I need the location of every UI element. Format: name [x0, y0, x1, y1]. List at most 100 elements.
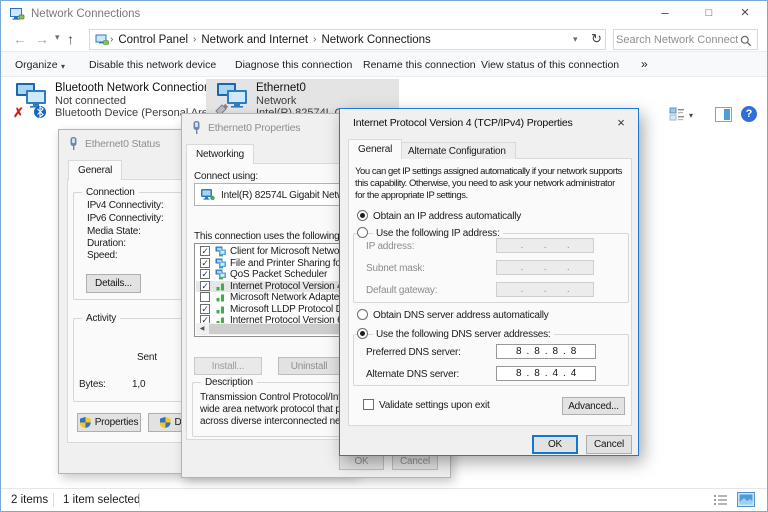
use-dns-label: Use the following DNS server addresses: — [373, 329, 554, 340]
use-ip-radio[interactable] — [357, 227, 368, 238]
tab-alternate-configuration[interactable]: Alternate Configuration — [398, 142, 516, 159]
nav-history-chevron-icon[interactable]: ▾ — [55, 29, 60, 45]
scroll-left-icon[interactable]: ◀ — [196, 323, 208, 335]
minimize-button[interactable]: – — [643, 1, 687, 27]
app-icon — [9, 6, 25, 27]
checkbox[interactable] — [200, 269, 210, 279]
connect-using-label: Connect using: — [194, 171, 258, 182]
validate-settings-checkbox[interactable] — [363, 399, 374, 410]
diagnose-connection-command[interactable]: Diagnose this connection — [235, 59, 352, 71]
dialog-title-bar[interactable]: Internet Protocol Version 4 (TCP/IPv4) P… — [340, 109, 638, 137]
properties-dialog-icon — [190, 120, 203, 138]
item-count: 2 items — [11, 494, 48, 506]
view-status-command[interactable]: View status of this connection — [481, 59, 619, 71]
rename-connection-command[interactable]: Rename this connection — [363, 59, 476, 71]
preferred-dns-label: Preferred DNS server: — [366, 347, 461, 358]
search-input[interactable] — [616, 32, 738, 49]
subnet-mask-field: . . . — [496, 260, 594, 275]
selection-count: 1 item selected — [63, 494, 140, 506]
bytes-value: 1,0 — [132, 379, 145, 390]
toolbar-overflow-icon[interactable]: » — [641, 57, 648, 71]
list-item-bluetooth[interactable]: ✗ Bluetooth Network Connection Not conne… — [7, 79, 201, 121]
svg-text:✗: ✗ — [13, 105, 24, 119]
up-icon[interactable]: ↑ — [67, 31, 74, 47]
back-icon: ← — [13, 31, 27, 47]
close-button[interactable]: × — [723, 1, 767, 27]
close-icon[interactable]: × — [612, 116, 630, 130]
use-dns-radio[interactable] — [357, 328, 368, 339]
details-button[interactable]: Details... — [86, 274, 141, 293]
dialog-title: Ethernet0 Properties — [208, 122, 300, 134]
location-icon — [95, 33, 109, 47]
view-chevron-icon[interactable]: ▾ — [689, 111, 693, 120]
obtain-dns-radio[interactable] — [357, 309, 368, 320]
properties-button[interactable]: Properties — [77, 413, 141, 432]
obtain-ip-label: Obtain an IP address automatically — [373, 211, 521, 222]
alternate-dns-field[interactable]: 8 . 8 . 4 . 4 — [496, 366, 596, 381]
intro-line: You can get IP settings assigned automat… — [355, 166, 622, 177]
tab-general[interactable]: General — [68, 160, 122, 180]
intro-line: for the appropriate IP settings. — [355, 190, 468, 201]
advanced-button[interactable]: Advanced... — [562, 397, 625, 415]
dialog-title: Internet Protocol Version 4 (TCP/IPv4) P… — [353, 117, 573, 129]
change-view-icon[interactable] — [669, 107, 685, 127]
default-gateway-label: Default gateway: — [366, 285, 437, 296]
ip-address-label: IP address: — [366, 241, 414, 252]
tab-networking[interactable]: Networking — [186, 144, 254, 164]
refresh-icon[interactable]: ↻ — [591, 31, 602, 47]
cancel-button[interactable]: Cancel — [586, 435, 632, 454]
duration-label: Duration: — [87, 238, 126, 249]
properties-button-label: Properties — [95, 417, 139, 428]
ip-address-field: . . . — [496, 238, 594, 253]
preferred-dns-field[interactable]: 8 . 8 . 8 . 8 — [496, 344, 596, 359]
disable-device-command[interactable]: Disable this network device — [89, 59, 216, 71]
obtain-ip-radio[interactable] — [357, 210, 368, 221]
help-icon[interactable]: ? — [741, 106, 757, 122]
details-view-icon[interactable] — [713, 493, 728, 510]
protocol-icon — [215, 292, 227, 303]
media-state-label: Media State: — [87, 226, 141, 237]
breadcrumb-network-connections[interactable]: Network Connections — [317, 34, 434, 46]
checkbox[interactable] — [200, 258, 210, 268]
address-dropdown-icon[interactable]: ▾ — [573, 34, 578, 45]
checkbox[interactable] — [200, 281, 210, 291]
bytes-label: Bytes: — [79, 379, 106, 390]
ipv6-connectivity-label: IPv6 Connectivity: — [87, 213, 163, 224]
connection-status: Network — [256, 95, 296, 107]
checkbox[interactable] — [200, 246, 210, 256]
breadcrumb: › Control Panel › Network and Internet ›… — [89, 29, 606, 50]
uninstall-button[interactable]: Uninstall — [278, 357, 340, 375]
organize-chevron-icon: ▾ — [61, 62, 65, 71]
window-title: Network Connections — [31, 8, 140, 20]
title-bar[interactable]: Network Connections – □ × — [1, 1, 767, 27]
ok-button[interactable]: OK — [532, 435, 578, 454]
organize-button[interactable]: Organize — [15, 59, 58, 71]
breadcrumb-control-panel[interactable]: Control Panel — [114, 34, 192, 46]
protocol-icon — [215, 281, 227, 292]
uac-shield-icon — [160, 417, 171, 428]
preview-pane-icon[interactable] — [715, 107, 732, 127]
default-gateway-field: . . . — [496, 282, 594, 297]
search-icon[interactable] — [740, 34, 752, 52]
status-dialog-icon — [67, 136, 80, 154]
network-connections-window: Network Connections – □ × ← → ▾ ↑ › Cont… — [0, 0, 768, 512]
checkbox[interactable] — [200, 304, 210, 314]
checkbox[interactable] — [200, 292, 210, 302]
protocol-label: Client for Microsoft Networks — [230, 246, 352, 257]
search-box[interactable] — [613, 29, 758, 50]
bluetooth-adapter-icon: ✗ — [13, 81, 51, 124]
alternate-dns-label: Alternate DNS server: — [366, 369, 459, 380]
uac-shield-icon — [80, 417, 91, 428]
ipv4-connectivity-label: IPv4 Connectivity: — [87, 200, 163, 211]
description-line: wide area network protocol that provid — [200, 404, 361, 415]
forward-icon: → — [35, 31, 49, 47]
breadcrumb-network-and-internet[interactable]: Network and Internet — [197, 34, 312, 46]
intro-line: this capability. Otherwise, you need to … — [355, 178, 615, 189]
command-bar: Organize ▾ Disable this network device D… — [1, 51, 767, 77]
large-icons-view-icon[interactable] — [737, 492, 755, 510]
service-icon — [215, 258, 227, 269]
validate-settings-label: Validate settings upon exit — [379, 400, 490, 411]
group-label: Activity — [82, 313, 120, 324]
tab-general[interactable]: General — [348, 139, 402, 159]
connection-name: Bluetooth Network Connection — [55, 82, 210, 94]
